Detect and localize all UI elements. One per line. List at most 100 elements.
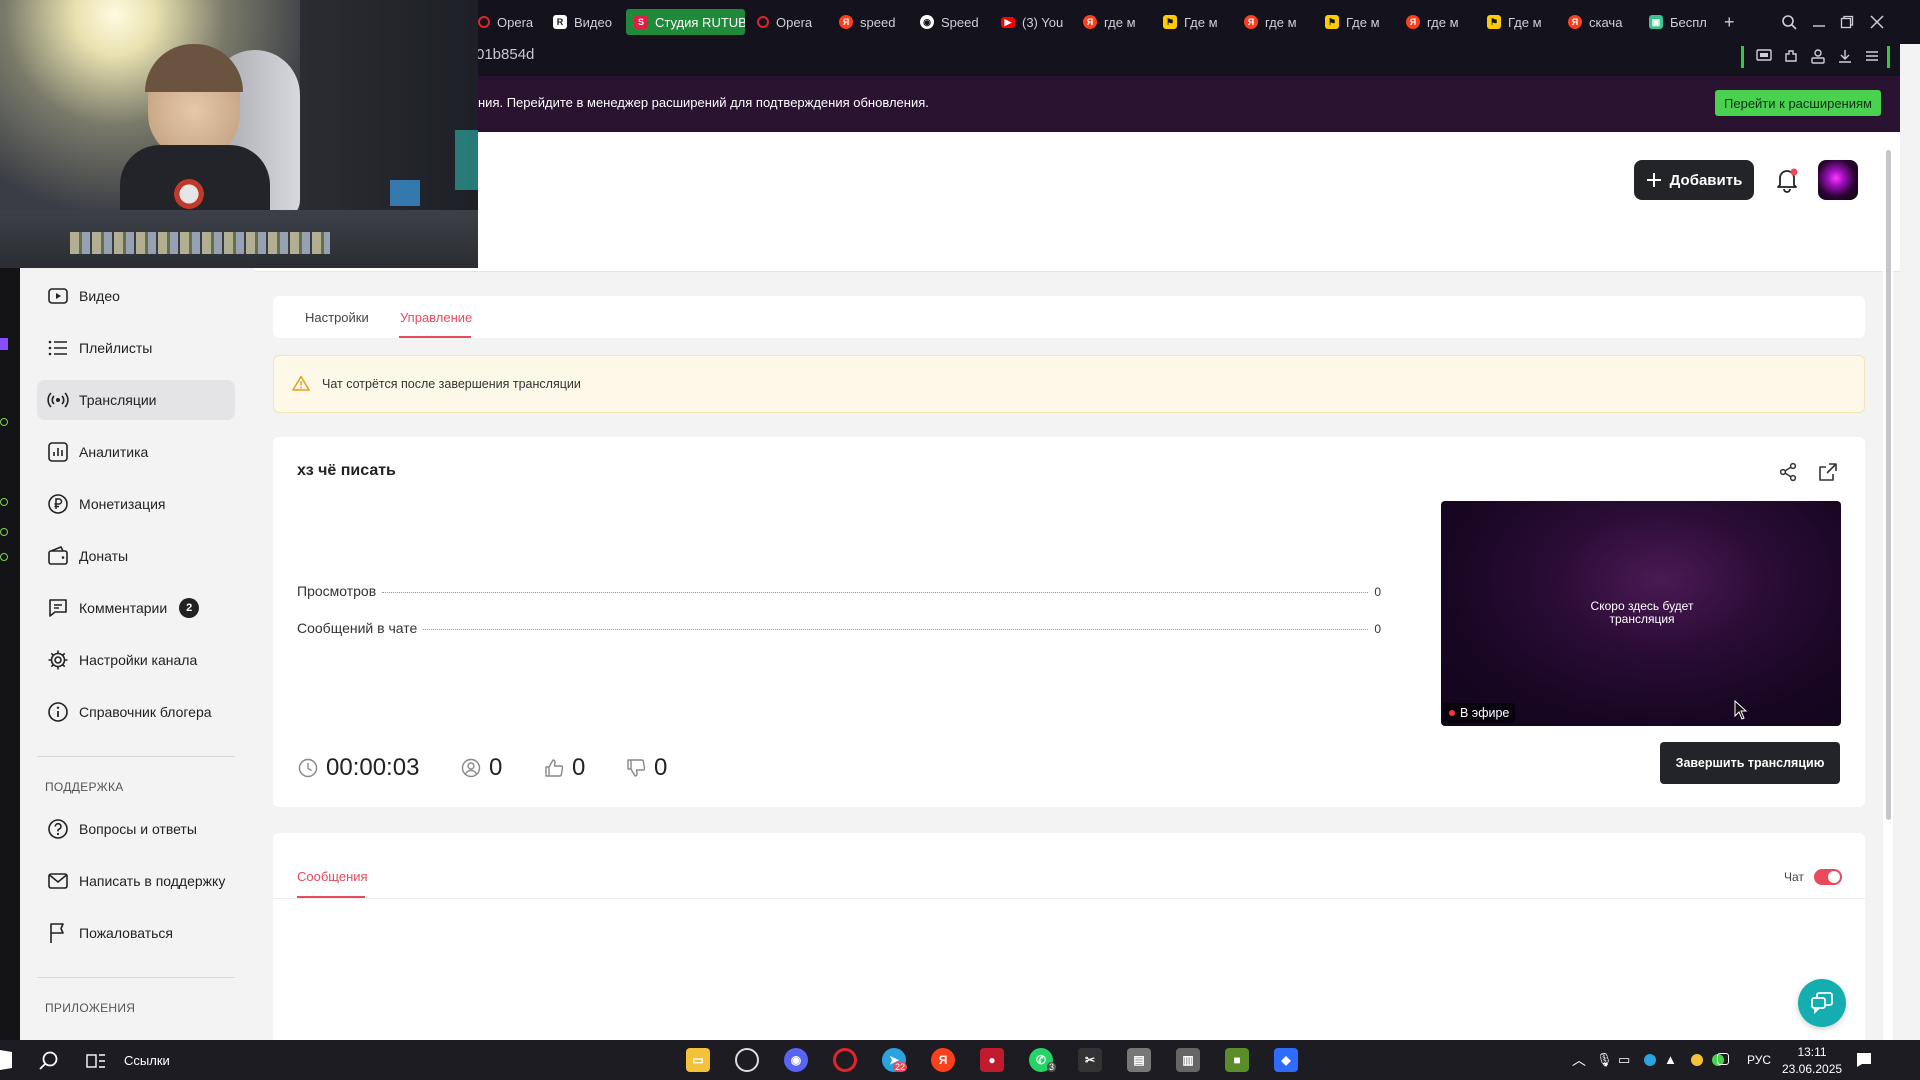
- tab-messages[interactable]: Сообщения: [297, 869, 368, 884]
- keyboard-icon[interactable]: [1717, 1053, 1729, 1065]
- browser-tab[interactable]: ⚑ Где м: [1163, 9, 1225, 35]
- strip-icon[interactable]: [0, 498, 8, 506]
- taskbar-links-label[interactable]: Ссылки: [124, 1053, 170, 1068]
- browser-tab[interactable]: ⚑ Где м: [1325, 9, 1387, 35]
- tab-management[interactable]: Управление: [400, 310, 472, 325]
- tray-chevron-icon[interactable]: ︿: [1572, 1050, 1586, 1070]
- discord-icon[interactable]: ◉: [784, 1048, 808, 1072]
- end-stream-button[interactable]: Завершить трансляцию: [1660, 742, 1840, 784]
- sidebar: Видео Плейлисты Трансляции Аналитика Мон…: [20, 268, 255, 1040]
- clock[interactable]: 13:11 23.06.2025: [1782, 1044, 1842, 1078]
- browser-tab[interactable]: Яскача: [1568, 9, 1630, 35]
- address-text[interactable]: 01b854d: [476, 46, 534, 63]
- open-external-icon[interactable]: [1818, 462, 1838, 482]
- opera-icon: [757, 16, 769, 28]
- sidebar-divider: [37, 756, 235, 757]
- sidebar-item-blogger-guide[interactable]: Справочник блогера: [37, 692, 235, 732]
- start-icon[interactable]: [0, 1050, 12, 1070]
- minimize-icon[interactable]: [1812, 9, 1830, 35]
- comment-icon: [49, 599, 67, 617]
- notifications-center-icon[interactable]: [1855, 1051, 1873, 1069]
- profile-icon[interactable]: [1809, 48, 1827, 64]
- github-icon: ◉: [920, 15, 934, 29]
- browser-tab[interactable]: R Видео: [553, 9, 615, 35]
- avatar[interactable]: [1818, 160, 1858, 200]
- sidebar-item-analytics[interactable]: Аналитика: [37, 432, 235, 472]
- browser-tab[interactable]: Ягде м: [1244, 9, 1306, 35]
- sidebar-item-channel-settings[interactable]: Настройки канала: [37, 640, 235, 680]
- duration-metric: 00:00:03: [298, 754, 419, 782]
- obs-icon[interactable]: [735, 1048, 759, 1072]
- green-indicator: [1741, 46, 1744, 68]
- browser-tab[interactable]: ▶ (3) You: [1001, 9, 1063, 35]
- sidebar-item-comments[interactable]: Комментарии 2: [37, 588, 235, 628]
- sidebar-item-playlists[interactable]: Плейлисты: [37, 328, 235, 368]
- capcut-icon[interactable]: ✂: [1078, 1048, 1102, 1072]
- sidebar-item-broadcasts[interactable]: Трансляции: [37, 380, 235, 420]
- telegram-badge: 22: [893, 1062, 908, 1072]
- strip-icon[interactable]: [0, 553, 8, 561]
- warning-icon: [292, 375, 310, 391]
- sidebar-item-donations[interactable]: Донаты: [37, 536, 235, 576]
- main-tabs: Настройки Управление: [273, 296, 1865, 338]
- app-icon[interactable]: ▥: [1176, 1048, 1200, 1072]
- sidebar-item-faq[interactable]: Вопросы и ответы: [37, 809, 235, 849]
- extensions-icon[interactable]: [1782, 48, 1800, 64]
- browser-tab[interactable]: Яspeed: [839, 9, 901, 35]
- screenshot-icon[interactable]: [1755, 48, 1773, 64]
- recorder-icon[interactable]: ●: [980, 1048, 1004, 1072]
- yandex-maps-icon: ⚑: [1487, 15, 1501, 29]
- scrollbar-thumb[interactable]: [1886, 150, 1891, 820]
- opera-taskbar-icon[interactable]: [833, 1048, 857, 1072]
- language-indicator[interactable]: РУС: [1747, 1053, 1771, 1067]
- tray-app-icon[interactable]: [1691, 1054, 1703, 1066]
- browser-tab[interactable]: ⚑ Где м: [1487, 9, 1549, 35]
- sidebar-item-report[interactable]: Пожаловаться: [37, 913, 235, 953]
- browser-tab[interactable]: Opera: [757, 9, 813, 35]
- menu-icon[interactable]: [1863, 48, 1881, 64]
- yandex-icon: Я: [839, 15, 853, 29]
- free-icon: ▣: [1649, 15, 1663, 29]
- twitch-icon[interactable]: [0, 338, 8, 350]
- microphone-icon[interactable]: 🎙: [1596, 1052, 1613, 1068]
- browser-tab[interactable]: ◉ Speed: [920, 9, 982, 35]
- browser-tab[interactable]: Ягде м: [1406, 9, 1468, 35]
- support-chat-button[interactable]: [1798, 979, 1846, 1027]
- app-icon[interactable]: ▤: [1127, 1048, 1151, 1072]
- network-icon[interactable]: ▭: [1618, 1052, 1630, 1068]
- add-button[interactable]: Добавить: [1634, 160, 1754, 200]
- browser-tab[interactable]: ▣ Беспл: [1649, 9, 1711, 35]
- minecraft-icon[interactable]: ■: [1225, 1048, 1249, 1072]
- yandex-browser-icon[interactable]: Я: [931, 1048, 955, 1072]
- new-tab-icon[interactable]: +: [1724, 9, 1742, 35]
- strip-icon[interactable]: [0, 418, 8, 426]
- chat-toggle[interactable]: [1814, 869, 1842, 885]
- tray-app-icon[interactable]: ▲: [1664, 1052, 1677, 1067]
- close-icon[interactable]: [1870, 9, 1888, 35]
- download-icon[interactable]: [1836, 48, 1854, 64]
- file-explorer-icon[interactable]: ▭: [686, 1048, 710, 1072]
- restore-icon[interactable]: [1840, 9, 1858, 35]
- tab-settings[interactable]: Настройки: [305, 310, 369, 325]
- sidebar-item-write-support[interactable]: Написать в поддержку: [37, 861, 235, 901]
- dislikes-metric: 0: [626, 754, 667, 782]
- green-indicator: [1887, 46, 1890, 68]
- task-view-icon[interactable]: [86, 1052, 106, 1070]
- browser-tab-active[interactable]: SСтудия RUTUBE: [626, 9, 745, 35]
- strip-icon[interactable]: [0, 528, 8, 536]
- go-to-extensions-button[interactable]: Перейти к расширениям: [1715, 90, 1881, 116]
- browser-tab[interactable]: Opera: [478, 9, 534, 35]
- tray-app-icon[interactable]: [1644, 1054, 1656, 1066]
- browser-tab[interactable]: Ягде м: [1083, 9, 1145, 35]
- live-dot-icon: [1449, 710, 1455, 716]
- roblox-icon[interactable]: ◆: [1274, 1048, 1298, 1072]
- share-icon[interactable]: [1778, 462, 1798, 482]
- notifications-bell-icon[interactable]: [1774, 166, 1800, 194]
- sidebar-item-monetization[interactable]: Монетизация: [37, 484, 235, 524]
- taskbar-search-icon[interactable]: [38, 1050, 60, 1072]
- sidebar-item-video[interactable]: Видео: [37, 276, 235, 316]
- search-icon[interactable]: [1781, 9, 1799, 35]
- yandex-icon: Я: [1406, 15, 1420, 29]
- yandex-maps-icon: ⚑: [1163, 15, 1177, 29]
- preview-placeholder-text: Скоро здесь будет трансляция: [1590, 599, 1694, 626]
